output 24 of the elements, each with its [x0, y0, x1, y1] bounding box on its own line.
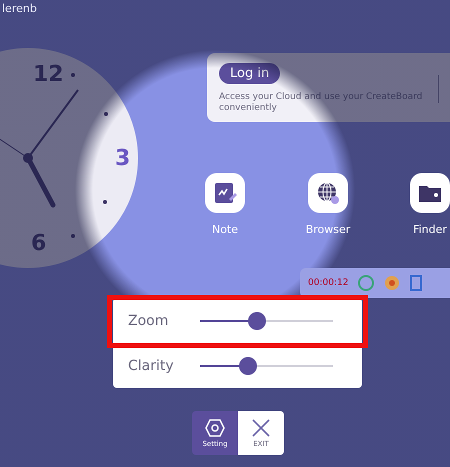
globe-icon: [316, 181, 340, 205]
clock-tick-mark: [104, 112, 108, 116]
hexagon-gear-icon: [205, 418, 225, 436]
app-icon[interactable]: [308, 173, 348, 213]
app-icon[interactable]: [410, 173, 450, 213]
app-icon[interactable]: [205, 173, 245, 213]
slider-label: Clarity: [128, 358, 175, 374]
login-button[interactable]: Log in: [219, 63, 280, 84]
slider-label: Zoom: [128, 312, 170, 328]
clock-tick-mark: [103, 200, 107, 204]
slider-thumb[interactable]: [248, 312, 266, 330]
clock-tick-mark: [71, 234, 75, 238]
pen-note-icon: [213, 181, 237, 205]
app-label: Finder: [413, 223, 447, 236]
clock-tick-mark: [71, 73, 75, 77]
folder-icon: [418, 183, 442, 203]
clock-numeral: 6: [31, 231, 46, 256]
app-label: Note: [212, 223, 238, 236]
close-icon: [252, 418, 270, 436]
clock-numeral: 12: [33, 62, 64, 87]
corner-label: lerenb: [2, 2, 37, 15]
clock-numeral: 3: [115, 146, 130, 171]
slider-thumb[interactable]: [238, 356, 257, 374]
recording-time: 00:00:12: [308, 278, 348, 288]
